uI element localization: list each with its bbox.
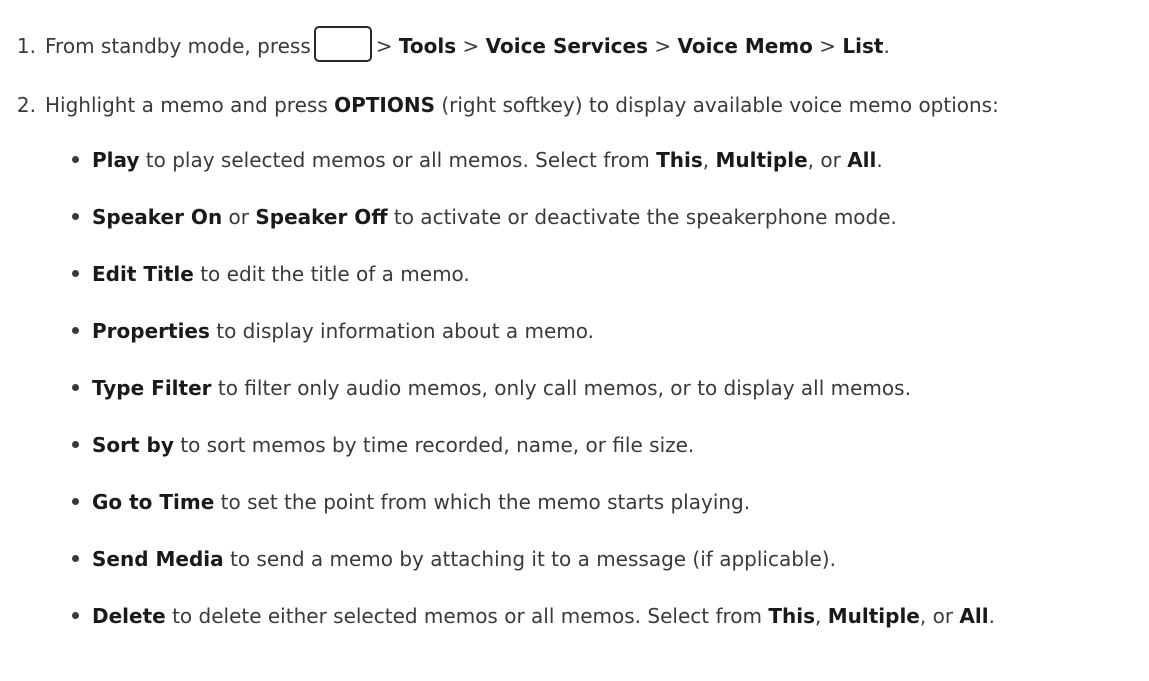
bullet-icon — [72, 327, 79, 334]
bullet-icon — [72, 156, 79, 163]
step-text: (right softkey) to display available voi… — [441, 93, 999, 117]
bullet-icon — [72, 270, 79, 277]
option-name: Speaker On — [92, 205, 223, 229]
step-number: 1. — [16, 34, 36, 58]
option-name: Edit Title — [92, 262, 194, 286]
option-name: Play — [92, 148, 140, 172]
choice-multiple: Multiple — [827, 604, 920, 628]
option-desc: to display information about a memo. — [216, 319, 595, 343]
option-speaker: Speaker On or Speaker Off to activate or… — [72, 199, 897, 235]
path-voice-services: Voice Services — [485, 34, 649, 58]
option-name: Sort by — [92, 433, 174, 457]
bullet-icon — [72, 555, 79, 562]
option-desc: to edit the title of a memo. — [200, 262, 470, 286]
bullet-icon — [72, 612, 79, 619]
step-text: Highlight a memo and press — [45, 93, 328, 117]
option-type-filter: Type Filter to filter only audio memos, … — [72, 370, 911, 406]
menu-key-icon — [313, 26, 372, 62]
option-desc: to sort memos by time recorded, name, or… — [180, 433, 695, 457]
option-desc: to set the point from which the memo sta… — [220, 490, 751, 514]
option-desc: to send a memo by attaching it to a mess… — [229, 547, 836, 571]
step-text: From standby mode, press — [45, 34, 311, 58]
option-play: Play to play selected memos or all memos… — [72, 142, 883, 178]
path-tools: Tools — [398, 34, 457, 58]
option-delete: Delete to delete either selected memos o… — [72, 598, 995, 634]
option-name: Go to Time — [92, 490, 215, 514]
path-list: List — [842, 34, 884, 58]
choice-this: This — [768, 604, 815, 628]
option-desc: to delete either selected memos or all m… — [172, 604, 762, 628]
option-sort-by: Sort by to sort memos by time recorded, … — [72, 427, 694, 463]
option-desc: to activate or deactivate the speakerpho… — [393, 205, 897, 229]
choice-this: This — [656, 148, 703, 172]
option-send-media: Send Media to send a memo by attaching i… — [72, 541, 836, 577]
bullet-icon — [72, 441, 79, 448]
step-number: 2. — [16, 93, 36, 117]
document-page: 1. From standby mode, press > Tools > Voic… — [0, 0, 1149, 681]
option-properties: Properties to display information about … — [72, 313, 594, 349]
option-go-to-time: Go to Time to set the point from which t… — [72, 484, 750, 520]
option-name: Delete — [92, 604, 166, 628]
choice-multiple: Multiple — [715, 148, 808, 172]
bullet-icon — [72, 498, 79, 505]
option-desc: to filter only audio memos, only call me… — [217, 376, 911, 400]
option-edit-title: Edit Title to edit the title of a memo. — [72, 256, 470, 292]
step-2: 2. Highlight a memo and press OPTIONS (ri… — [0, 87, 999, 123]
option-name: Properties — [92, 319, 210, 343]
option-desc: to play selected memos or all memos. Sel… — [145, 148, 650, 172]
bullet-icon — [72, 384, 79, 391]
option-name: Type Filter — [92, 376, 212, 400]
choice-all: All — [847, 148, 877, 172]
option-name: Send Media — [92, 547, 224, 571]
path-voice-memo: Voice Memo — [677, 34, 813, 58]
bullet-icon — [72, 213, 79, 220]
choice-all: All — [959, 604, 989, 628]
option-name-2: Speaker Off — [255, 205, 388, 229]
step-1: 1. From standby mode, press > Tools > Voic… — [0, 26, 890, 62]
options-key-label: OPTIONS — [334, 93, 435, 117]
